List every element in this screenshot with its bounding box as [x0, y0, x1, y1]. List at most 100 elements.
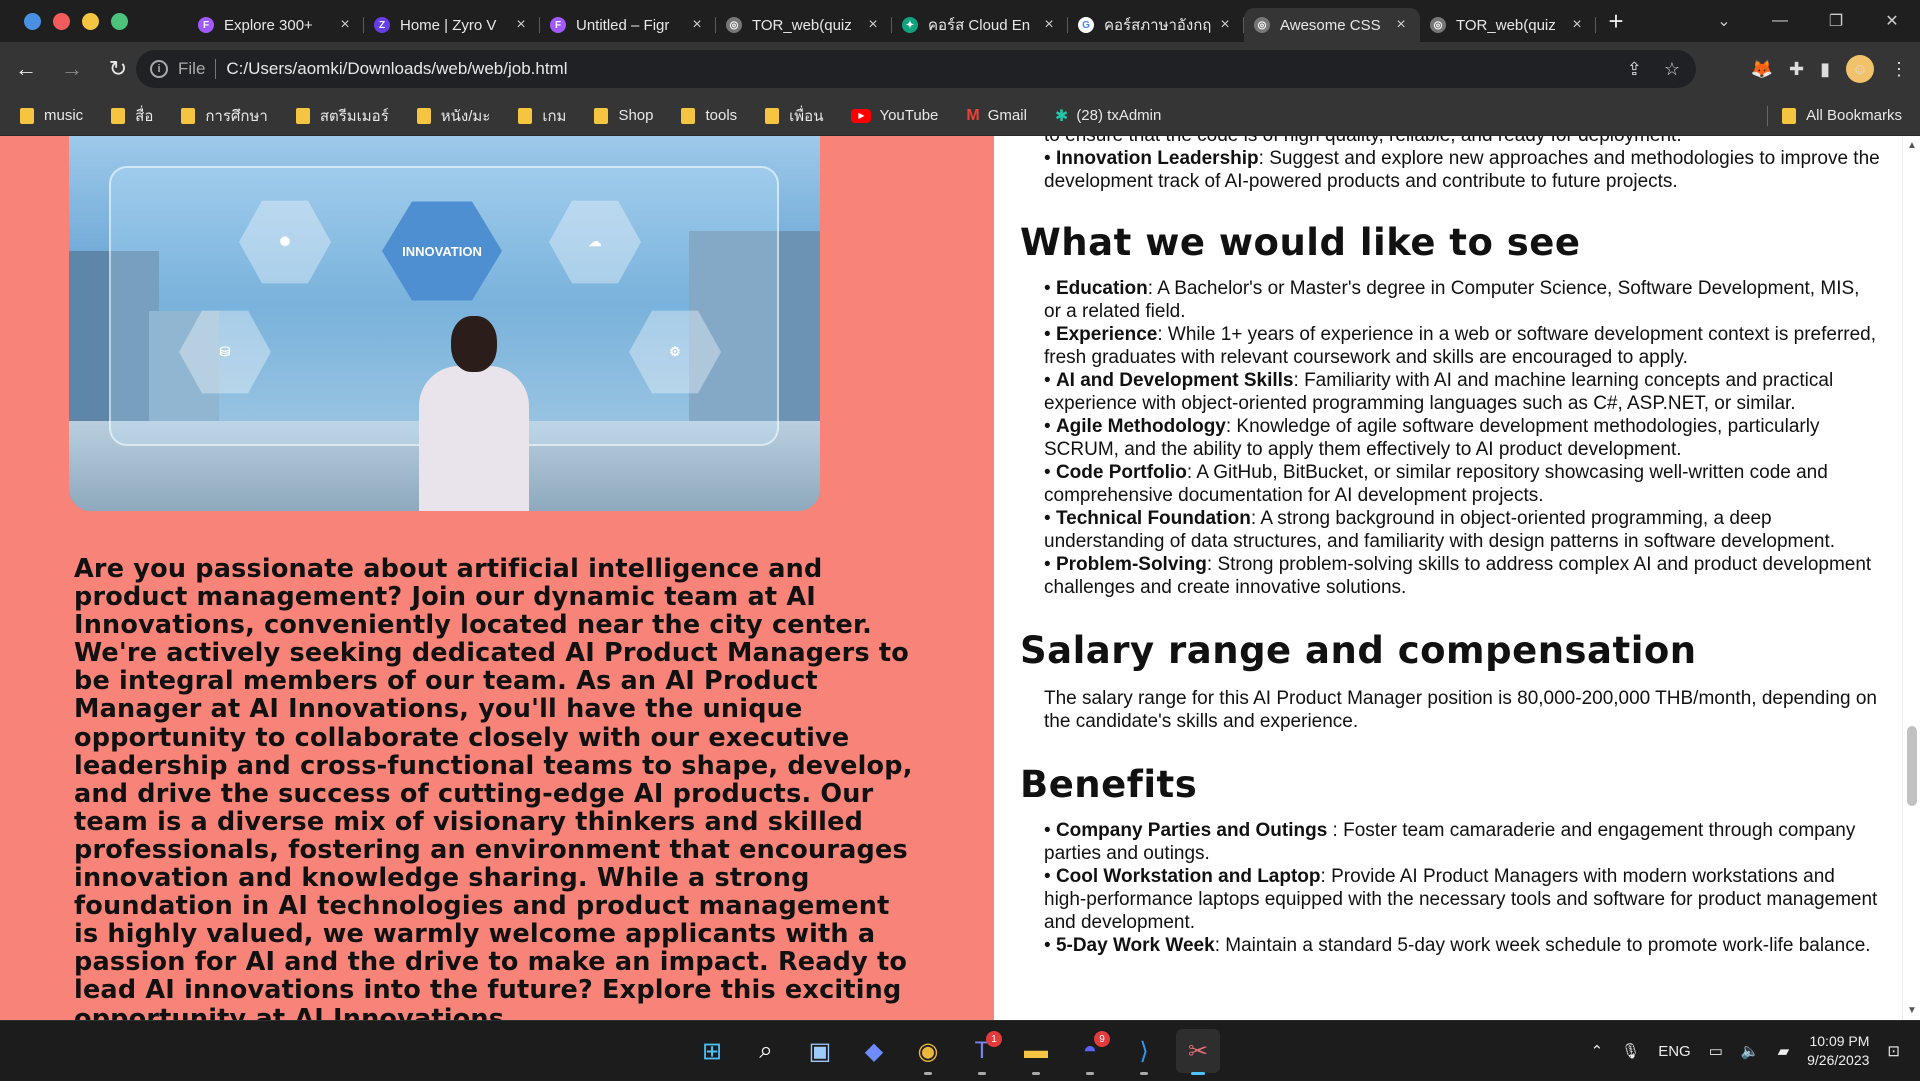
back-icon[interactable]: ← — [6, 49, 46, 89]
browser-tab[interactable]: G คอร์สภาษาอังกฤ × — [1068, 8, 1244, 42]
bookmark-label: เพื่อน — [789, 107, 824, 125]
close-tab-icon[interactable]: × — [1392, 16, 1410, 34]
browser-tab[interactable]: F Explore 300+ × — [188, 8, 364, 42]
requirements-list: • Education: A Bachelor's or Master's de… — [1020, 277, 1880, 599]
taskbar-glyph: ✂ — [1187, 1037, 1209, 1065]
list-item: • Experience: While 1+ years of experien… — [1044, 324, 1877, 368]
close-tab-icon[interactable]: × — [1568, 16, 1586, 34]
scroll-up-icon[interactable]: ▲ — [1907, 140, 1917, 151]
browser-tab[interactable]: ◎ TOR_web(quiz × — [1420, 8, 1596, 42]
close-tab-icon[interactable]: × — [864, 16, 882, 34]
dot-blue[interactable] — [24, 12, 41, 30]
page-scrollbar[interactable]: ▲ ▼ — [1902, 136, 1920, 1020]
list-item: • AI and Development Skills: Familiarity… — [1044, 370, 1834, 414]
bookmark-item[interactable]: Shop — [594, 107, 653, 124]
bookmarks-bar: music สื่อ การศึกษา สตรีมเมอร์ หนัง/มะ เกม Sho… — [0, 96, 1920, 136]
txadmin-icon: ✱ — [1054, 107, 1069, 125]
site-info-icon[interactable]: i — [150, 60, 168, 78]
taskbar-glyph: ▣ — [808, 1037, 832, 1065]
bookmark-item[interactable]: การศึกษา — [181, 104, 268, 128]
browser-tab[interactable]: F Untitled – Figr × — [540, 8, 716, 42]
reload-icon[interactable]: ↻ — [98, 49, 138, 89]
list-text: : Maintain a standard 5-day work week sc… — [1214, 935, 1871, 956]
chevron-up-icon[interactable]: ⌃ — [1591, 1042, 1604, 1060]
language-indicator[interactable]: ENG — [1658, 1043, 1691, 1060]
job-details-panel: to ensure that the code is of high quali… — [994, 136, 1902, 1020]
close-window-icon[interactable]: ✕ — [1864, 11, 1920, 31]
tab-strip: F Explore 300+ × Z Home | Zyro V × F Untitled –… — [0, 0, 1920, 42]
zyro-icon: Z — [374, 17, 390, 33]
dot-green[interactable] — [111, 12, 128, 30]
list-text: : While 1+ years of experience in a web … — [1044, 324, 1877, 368]
teams-icon[interactable]: T1 — [960, 1029, 1004, 1075]
bookmark-label: music — [44, 107, 84, 124]
task-view-icon[interactable]: ▣ — [798, 1029, 842, 1073]
vscode-icon[interactable]: ⟩ — [1122, 1029, 1166, 1075]
globe-icon: ◎ — [1254, 17, 1270, 33]
close-tab-icon[interactable]: × — [1216, 16, 1234, 34]
bookmark-item[interactable]: สื่อ — [111, 104, 153, 128]
job-intro-panel: ✺ INNOVATION ☁ ⛁ ⚙ Are you passionate ab… — [0, 136, 994, 1020]
folder-icon — [20, 107, 34, 124]
url-text[interactable]: C:/Users/aomki/Downloads/web/web/job.htm… — [226, 59, 567, 79]
clock-date: 9/26/2023 — [1807, 1052, 1870, 1068]
scroll-down-icon[interactable]: ▼ — [1907, 1005, 1917, 1016]
bookmark-item[interactable]: tools — [681, 107, 737, 124]
side-panel-icon[interactable]: ▮ — [1820, 59, 1830, 80]
bookmark-item[interactable]: หนัง/มะ — [416, 104, 490, 128]
close-tab-icon[interactable]: × — [688, 16, 706, 34]
close-tab-icon[interactable]: × — [336, 16, 354, 34]
network-icon[interactable]: ▭ — [1709, 1042, 1723, 1060]
restore-icon[interactable]: ❐ — [1808, 11, 1864, 31]
browser-tab[interactable]: ◎ TOR_web(quiz × — [716, 8, 892, 42]
extensions-area: 🦊 ✚ ▮ ☺ ⋮ — [1751, 55, 1908, 83]
bookmark-star-icon[interactable]: ☆ — [1664, 59, 1680, 80]
start-icon[interactable]: ⊞ — [690, 1029, 734, 1073]
browser-tab[interactable]: Z Home | Zyro V × — [364, 8, 540, 42]
metamask-icon[interactable]: 🦊 — [1751, 59, 1773, 80]
search-icon[interactable]: ⌕ — [744, 1029, 788, 1073]
folder-icon — [295, 107, 310, 124]
close-tab-icon[interactable]: × — [1040, 16, 1058, 34]
all-bookmarks-button[interactable]: All Bookmarks — [1767, 105, 1902, 126]
new-tab-button[interactable]: + — [1596, 4, 1636, 38]
avatar[interactable]: ☺ — [1846, 55, 1874, 83]
hero-image: ✺ INNOVATION ☁ ⛁ ⚙ — [69, 136, 820, 511]
bookmark-item[interactable]: สตรีมเมอร์ — [295, 104, 389, 128]
notifications-icon[interactable]: ⊡ — [1887, 1042, 1900, 1060]
bookmark-item[interactable]: M Gmail — [966, 107, 1027, 125]
address-bar[interactable]: i File C:/Users/aomki/Downloads/web/web/… — [136, 50, 1696, 88]
bookmark-label: tools — [705, 107, 738, 124]
dot-yellow[interactable] — [82, 12, 99, 30]
scrollbar-thumb[interactable] — [1907, 726, 1917, 806]
bookmark-item[interactable]: เพื่อน — [765, 104, 823, 128]
profile-dots — [0, 12, 188, 30]
list-label: Company Parties and Outings — [1055, 820, 1328, 841]
tab-search-icon[interactable]: ⌄ — [1696, 11, 1752, 31]
battery-icon[interactable]: ▰ — [1778, 1042, 1790, 1060]
tab-title: TOR_web(quiz — [1456, 16, 1556, 34]
dot-red[interactable] — [53, 12, 70, 30]
discord-icon[interactable]: ◓ 9 — [1068, 1029, 1112, 1075]
clock[interactable]: 10:09 PM 9/26/2023 — [1807, 1032, 1869, 1070]
bookmark-item[interactable]: ✱ (28) txAdmin — [1055, 106, 1161, 126]
list-item: • Technical Foundation: A strong backgro… — [1044, 508, 1836, 552]
volume-icon[interactable]: 🔈 — [1741, 1042, 1760, 1060]
share-icon[interactable]: ⇪ — [1627, 59, 1642, 80]
minimize-icon[interactable]: — — [1752, 12, 1808, 30]
close-tab-icon[interactable]: × — [512, 16, 530, 34]
chrome-icon[interactable]: ◉ — [906, 1029, 950, 1075]
bookmark-item[interactable]: ▶ YouTube — [851, 107, 938, 124]
bookmark-item[interactable]: music — [20, 107, 83, 124]
extensions-puzzle-icon[interactable]: ✚ — [1789, 59, 1804, 80]
browser-tab[interactable]: ◎ Awesome CSS × — [1244, 8, 1420, 42]
bookmark-item[interactable]: เกม — [518, 104, 566, 128]
browser-tab[interactable]: ✦ คอร์ส Cloud En × — [892, 8, 1068, 42]
copilot-icon[interactable]: ◆ — [852, 1029, 896, 1073]
forward-icon[interactable]: → — [52, 49, 92, 89]
microphone-icon[interactable]: 🎙 — [1621, 1042, 1640, 1060]
snipping-tool-icon[interactable]: ✂ — [1176, 1029, 1220, 1075]
menu-kebab-icon[interactable]: ⋮ — [1890, 59, 1908, 80]
figma-icon: F — [550, 17, 566, 33]
file-explorer-icon[interactable]: ▬ — [1014, 1029, 1058, 1075]
